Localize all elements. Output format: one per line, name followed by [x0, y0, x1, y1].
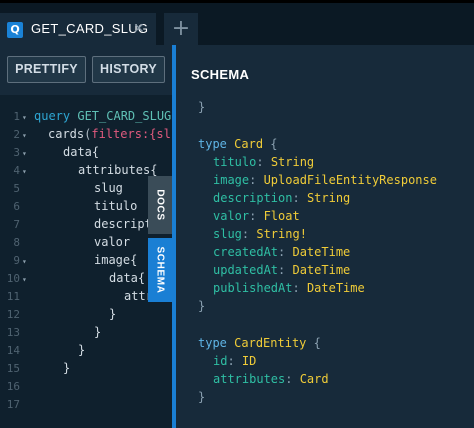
- tab-title: GET_CARD_SLUG: [31, 21, 149, 36]
- schema-title: SCHEMA: [191, 67, 250, 82]
- line-number: 13: [6, 326, 20, 339]
- line-number: 7: [13, 218, 20, 231]
- query-name: GET_CARD_SLUG: [77, 109, 172, 123]
- schema-field: createdAt: DateTime: [213, 245, 351, 259]
- line-number: 1: [13, 110, 20, 123]
- line-number: 15: [6, 362, 20, 375]
- prettify-button[interactable]: PRETTIFY: [7, 56, 86, 83]
- schema-tab[interactable]: SCHEMA: [148, 238, 172, 302]
- line-number: 6: [13, 200, 20, 213]
- graphql-query-icon: Q: [7, 22, 23, 38]
- line-number: 10: [6, 272, 20, 285]
- schema-field: description: String: [213, 191, 351, 205]
- fold-arrow-icon[interactable]: ▾: [22, 113, 27, 122]
- query-tab[interactable]: Q GET_CARD_SLUG ✕: [0, 13, 156, 45]
- line-number: 16: [6, 380, 20, 393]
- tab-bar: Q GET_CARD_SLUG ✕ +: [0, 0, 474, 45]
- query-keyword: query: [34, 109, 71, 123]
- type-definition-header: type Card {: [198, 137, 278, 151]
- schema-tab-label: SCHEMA: [154, 246, 166, 294]
- schema-field: publishedAt: DateTime: [213, 281, 365, 295]
- code-line: image{: [94, 253, 138, 267]
- schema-field: id: ID: [213, 354, 257, 368]
- line-number: 9: [13, 254, 20, 267]
- toolbar: PRETTIFY HISTORY: [0, 45, 175, 95]
- schema-panel: SCHEMA } type Card { titulo: String imag…: [176, 45, 474, 428]
- code-line: }: [63, 361, 71, 375]
- argument-name: filters: [91, 127, 142, 141]
- schema-field: titulo: String: [213, 155, 315, 169]
- code-line: data{: [63, 145, 100, 159]
- docs-tab-label: DOCS: [154, 189, 166, 221]
- schema-field: attributes: Card: [213, 372, 329, 386]
- code-line: }: [94, 325, 102, 339]
- line-number: 3: [13, 146, 20, 159]
- code-line: cards(filters:{sl: [48, 127, 171, 141]
- field-name: cards: [48, 127, 85, 141]
- fold-arrow-icon[interactable]: ▾: [22, 131, 27, 140]
- close-brace: }: [198, 299, 206, 313]
- schema-field: valor: Float: [213, 209, 300, 223]
- docs-tab[interactable]: DOCS: [148, 176, 172, 234]
- fold-arrow-icon[interactable]: ▾: [22, 257, 27, 266]
- top-border: [0, 0, 474, 3]
- code-line: query GET_CARD_SLUG: [34, 109, 171, 123]
- fold-arrow-icon[interactable]: ▾: [22, 275, 27, 284]
- line-number: 8: [13, 236, 20, 249]
- line-number: 12: [6, 308, 20, 321]
- fold-arrow-icon[interactable]: ▾: [22, 149, 27, 158]
- close-brace: }: [198, 100, 206, 114]
- line-number: 5: [13, 182, 20, 195]
- close-brace: }: [198, 390, 206, 404]
- type-definition-header: type CardEntity {: [198, 336, 321, 350]
- code-line: }: [109, 307, 117, 321]
- schema-field: image: UploadFileEntityResponse: [213, 173, 437, 187]
- line-number: 2: [13, 128, 20, 141]
- schema-field: updatedAt: DateTime: [213, 263, 351, 277]
- code-line: data{: [109, 271, 146, 285]
- line-number: 4: [13, 164, 20, 177]
- type-name: CardEntity: [234, 336, 307, 350]
- code-line: attributes{: [78, 163, 158, 177]
- schema-field: slug: String!: [213, 227, 307, 241]
- line-number: 17: [6, 398, 20, 411]
- line-number: 14: [6, 344, 20, 357]
- fold-arrow-icon[interactable]: ▾: [22, 167, 27, 176]
- code-line: titulo: [94, 199, 138, 213]
- type-name: Card: [234, 137, 264, 151]
- code-line: }: [78, 343, 86, 357]
- code-line: valor: [94, 235, 131, 249]
- line-number: 11: [6, 290, 20, 303]
- history-button[interactable]: HISTORY: [92, 56, 165, 83]
- close-icon[interactable]: ✕: [133, 20, 145, 37]
- add-tab-button[interactable]: +: [164, 13, 198, 45]
- code-line: slug: [94, 181, 123, 195]
